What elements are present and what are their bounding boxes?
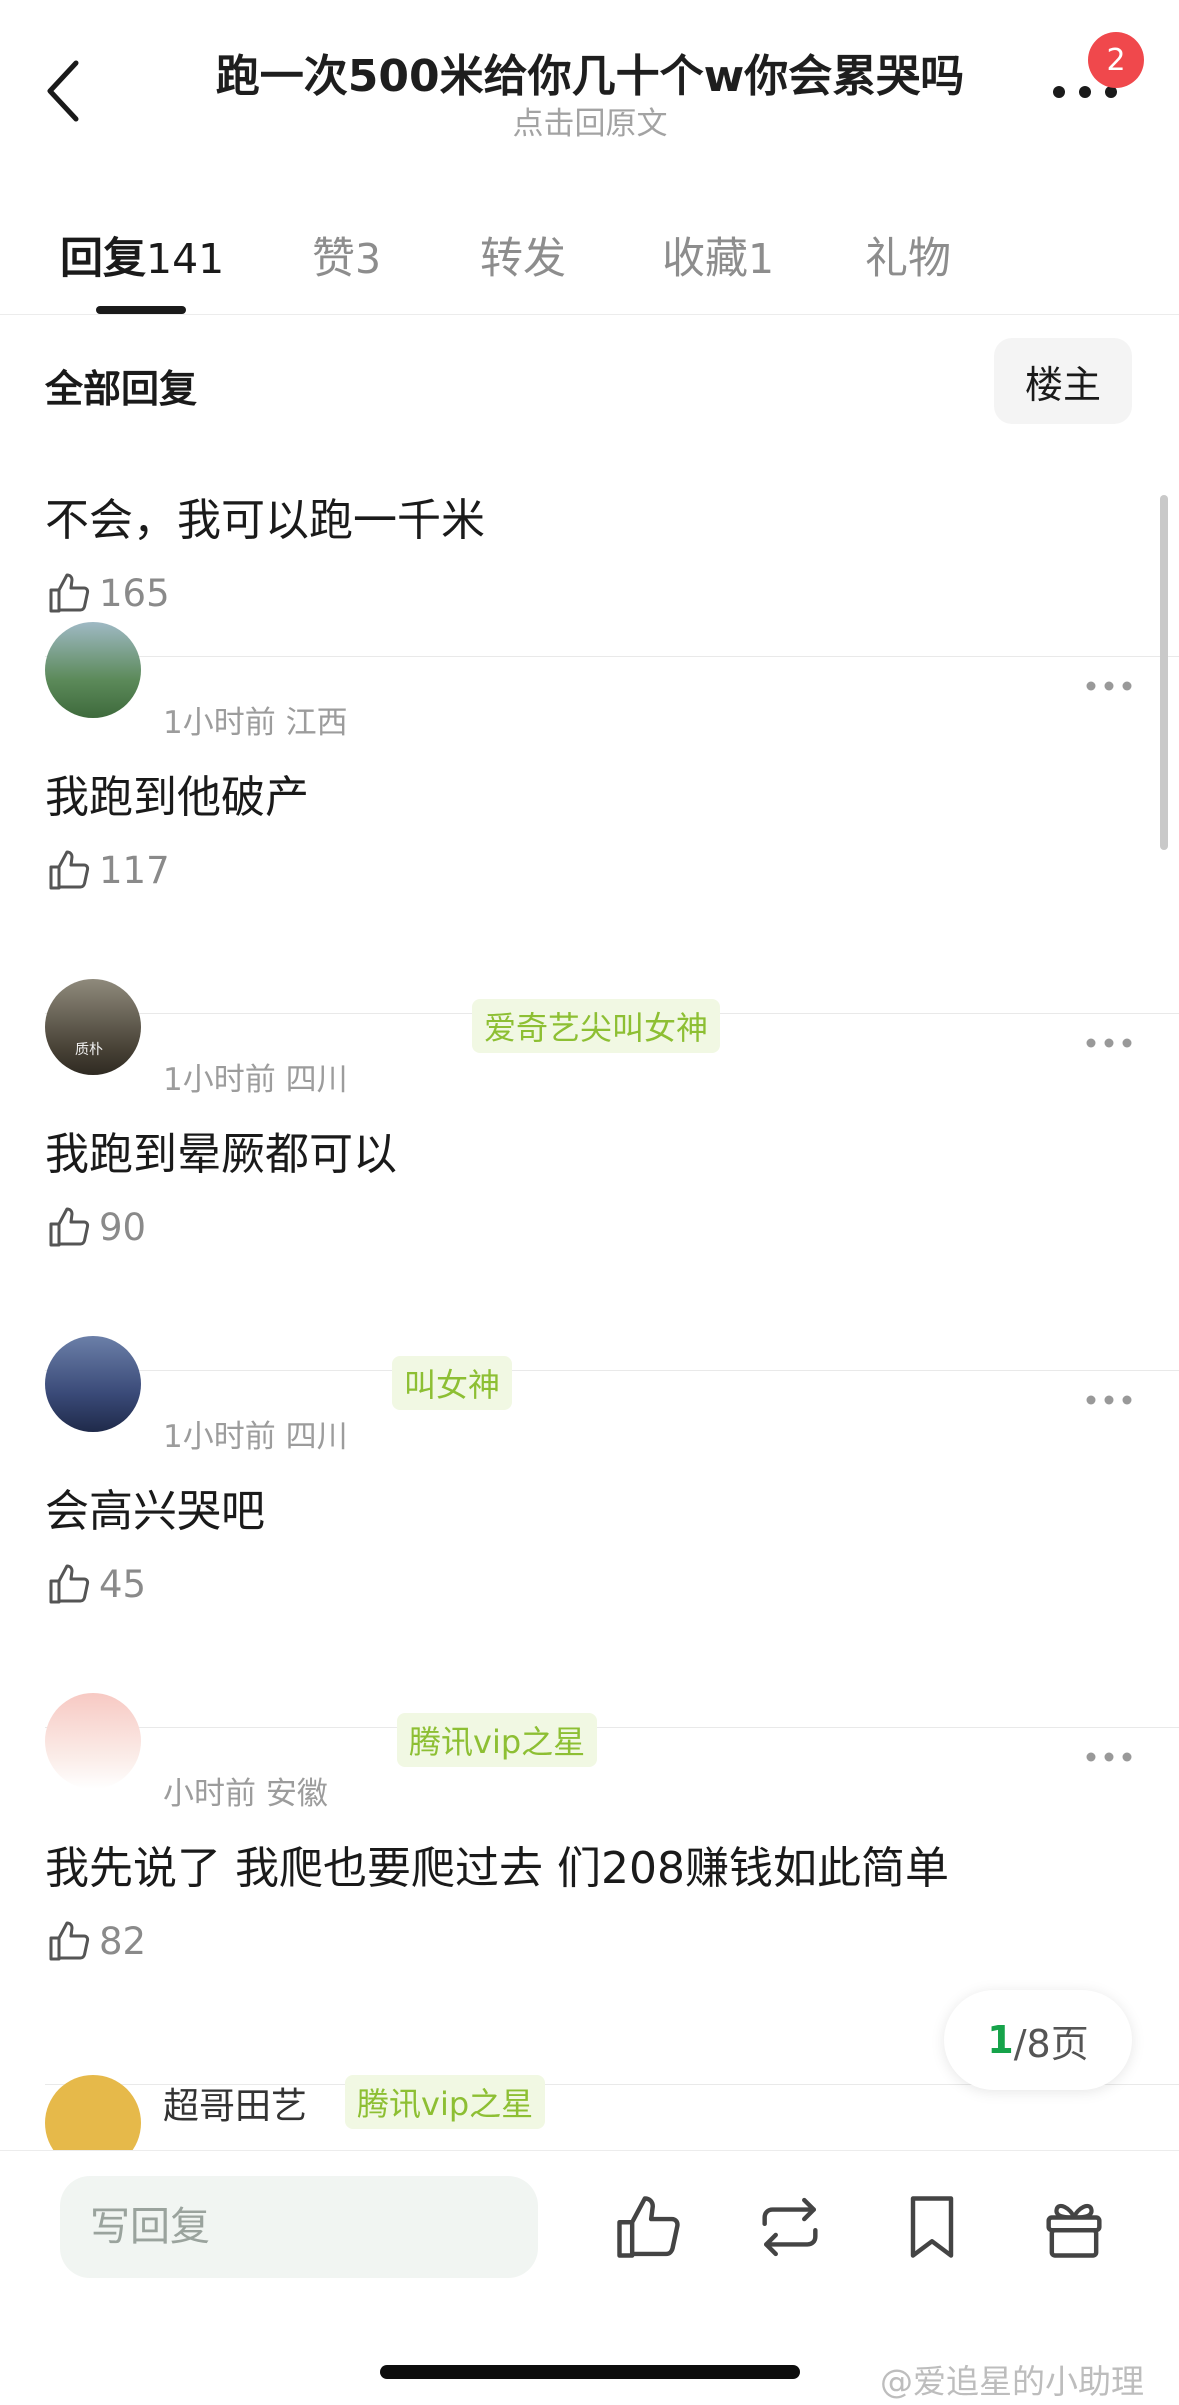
like-count: 165: [99, 571, 170, 615]
post-title[interactable]: 跑一次500米给你几十个w你会累哭吗: [150, 40, 1030, 104]
like-button[interactable]: 90: [45, 1200, 146, 1254]
avatar-caption: 质朴: [75, 1042, 103, 1058]
thumbs-up-icon: [49, 1207, 90, 1247]
thumbs-up-icon: [49, 1921, 90, 1961]
tab-label: 赞: [312, 234, 355, 284]
like-count: 90: [99, 1205, 147, 1249]
comment-meta: 1小时前 江西: [163, 697, 348, 742]
more-options-icon[interactable]: [1084, 679, 1134, 693]
user-badge: 爱奇艺尖叫女神: [472, 999, 721, 1053]
thumbs-up-icon: [49, 850, 90, 890]
tab-replies[interactable]: 回复141: [60, 224, 224, 286]
comment-meta: 小时前 安徽: [163, 1768, 328, 1813]
comment-text: 我先说了 我爬也要爬过去 们208赚钱如此简单: [45, 1843, 949, 1894]
reply-input[interactable]: [60, 2176, 538, 2278]
tab-count: 3: [355, 235, 382, 283]
user-badge: 腾讯vip之星: [345, 2075, 546, 2129]
comment-location: 四川: [285, 1062, 348, 1098]
thumbs-up-icon: [49, 1564, 90, 1604]
more-options-icon[interactable]: [1084, 1036, 1134, 1050]
tab-reposts[interactable]: 转发: [480, 224, 566, 286]
list-item: 超哥田艺 腾讯vip之星: [0, 2075, 1179, 2150]
more-options-icon[interactable]: [1084, 1750, 1134, 1764]
tab-label: 回复: [60, 234, 146, 284]
user-name[interactable]: 超哥田艺: [163, 2077, 307, 2129]
comment-meta: 1小时前 四川: [163, 1054, 348, 1099]
comment-text: 会高兴哭吧: [45, 1486, 265, 1537]
avatar[interactable]: [45, 1336, 141, 1432]
back-icon[interactable]: [40, 55, 88, 127]
tab-label: 转发: [480, 234, 566, 284]
comment-text: 我跑到他破产: [45, 772, 309, 823]
tab-likes[interactable]: 赞3: [312, 224, 381, 286]
list-item: 叫女神 1小时前 四川 会高兴哭吧 45: [0, 1336, 1179, 1728]
reply-page: 跑一次500米给你几十个w你会累哭吗 点击回原文 2 回复141 赞3 转发 收…: [0, 0, 1179, 2405]
like-button[interactable]: 82: [45, 1914, 146, 1968]
avatar[interactable]: [45, 622, 141, 718]
page-total: /8页: [1013, 2021, 1089, 2066]
tab-favorites[interactable]: 收藏1: [662, 224, 774, 286]
repost-icon[interactable]: [752, 2189, 828, 2265]
comment-location: 四川: [285, 1419, 348, 1455]
like-count: 117: [99, 848, 170, 892]
header: 跑一次500米给你几十个w你会累哭吗 点击回原文 2: [0, 0, 1179, 150]
home-indicator: [380, 2365, 800, 2379]
watermark: @爱追星的小助理: [880, 2362, 1144, 2401]
user-badge: 叫女神: [392, 1356, 513, 1410]
comment-time: 1小时前: [163, 1062, 276, 1098]
page-indicator[interactable]: 1/8页: [944, 1990, 1132, 2090]
active-tab-indicator: [96, 306, 186, 314]
like-count: 45: [99, 1562, 147, 1606]
gift-icon[interactable]: [1036, 2189, 1112, 2265]
comment-text: 我跑到晕厥都可以: [45, 1129, 397, 1180]
avatar[interactable]: [45, 1693, 141, 1789]
notification-badge: 2: [1088, 32, 1144, 88]
scrollbar[interactable]: [1160, 495, 1168, 850]
all-replies-label: 全部回复: [45, 367, 198, 411]
like-count: 82: [99, 1919, 147, 1963]
like-button[interactable]: 165: [45, 566, 170, 620]
comment-time: 1小时前: [163, 1419, 276, 1455]
list-item: 不会，我可以跑一千米 165: [0, 440, 1179, 657]
user-badge: 腾讯vip之星: [397, 1713, 598, 1767]
back-to-post-link[interactable]: 点击回原文: [150, 98, 1030, 143]
like-button[interactable]: 45: [45, 1557, 146, 1611]
comment-text: 不会，我可以跑一千米: [45, 495, 485, 546]
op-only-button[interactable]: 楼主: [994, 338, 1132, 424]
tab-label: 收藏: [662, 234, 748, 284]
thumbs-up-icon[interactable]: [610, 2189, 686, 2265]
avatar[interactable]: [45, 2075, 141, 2150]
thumbs-up-icon: [49, 573, 90, 613]
list-item: 1小时前 江西 我跑到他破产 117: [0, 622, 1179, 1014]
current-page: 1: [987, 2018, 1014, 2062]
tab-bar: 回复141 赞3 转发 收藏1 礼物: [0, 210, 1179, 315]
more-options-icon[interactable]: [1084, 1393, 1134, 1407]
tab-gifts[interactable]: 礼物: [865, 224, 951, 286]
comment-meta: 1小时前 四川: [163, 1411, 348, 1456]
tab-label: 礼物: [865, 234, 951, 284]
avatar[interactable]: 质朴: [45, 979, 141, 1075]
filter-bar: 全部回复 楼主: [0, 330, 1179, 440]
list-item: 质朴 爱奇艺尖叫女神 1小时前 四川 我跑到晕厥都可以 90: [0, 979, 1179, 1371]
bookmark-icon[interactable]: [894, 2189, 970, 2265]
comment-time: 小时前: [163, 1776, 256, 1812]
tab-count: 141: [146, 235, 225, 283]
comment-time: 1小时前: [163, 705, 276, 741]
like-button[interactable]: 117: [45, 843, 170, 897]
tab-count: 1: [748, 235, 775, 283]
comment-location: 安徽: [265, 1776, 328, 1812]
comment-location: 江西: [285, 705, 348, 741]
reply-list[interactable]: 不会，我可以跑一千米 165 1小时前 江西 我跑到他破产 117 质朴 爱奇艺…: [0, 440, 1179, 2150]
